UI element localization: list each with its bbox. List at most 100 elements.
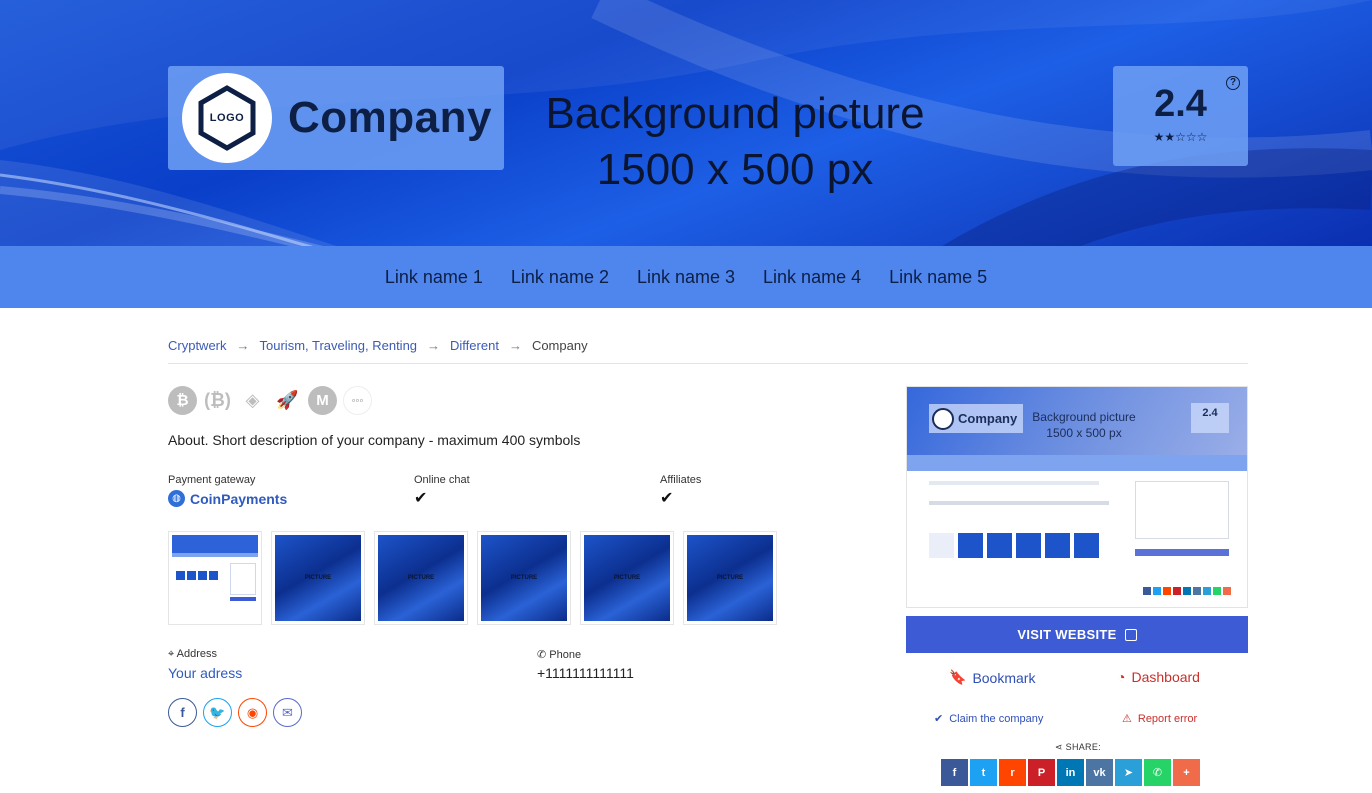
- picture-placeholder: PICTURE: [275, 535, 361, 621]
- share-reddit-icon[interactable]: r: [999, 759, 1026, 786]
- company-nav: Link name 1 Link name 2 Link name 3 Link…: [0, 246, 1372, 308]
- preview-share-square: [1183, 587, 1191, 595]
- nav-link-4[interactable]: Link name 4: [749, 267, 875, 288]
- preview-visit-button: [1135, 549, 1229, 556]
- gallery-thumb[interactable]: PICTURE: [374, 531, 468, 625]
- facebook-icon[interactable]: f: [168, 698, 197, 727]
- bookmark-button[interactable]: 🔖 Bookmark: [949, 669, 1035, 686]
- breadcrumb: Cryptwerk → Tourism, Traveling, Renting …: [168, 338, 1248, 364]
- phone-value[interactable]: +1111111111111: [537, 665, 634, 681]
- binance-icon[interactable]: ◈: [238, 386, 267, 415]
- nav-link-5[interactable]: Link name 5: [875, 267, 1001, 288]
- preview-company-name: Company: [958, 411, 1018, 426]
- bookmark-label: Bookmark: [972, 669, 1036, 686]
- arrow-right-icon: →: [236, 338, 250, 353]
- claim-label: Claim the company: [949, 712, 1044, 725]
- phone-icon: ✆: [537, 649, 547, 661]
- share-linkedin-icon[interactable]: in: [1057, 759, 1084, 786]
- dashboard-icon: ◔: [1117, 669, 1126, 685]
- picture-label: PICTURE: [510, 575, 538, 581]
- picture-label: PICTURE: [716, 575, 744, 581]
- double-check-icon: ✔: [934, 713, 944, 725]
- reddit-icon[interactable]: ◉: [238, 698, 267, 727]
- address-value[interactable]: Your adress: [168, 665, 242, 681]
- thumb-mini-button: [230, 597, 256, 601]
- bitcoin-icon[interactable]: ₿: [168, 386, 197, 415]
- affiliates-feature: Affiliates ✔: [660, 474, 701, 508]
- logo-text: LOGO: [209, 112, 245, 124]
- claim-company-link[interactable]: ✔ Claim the company: [934, 712, 1044, 726]
- preview-share-square: [1223, 587, 1231, 595]
- preview-rating: 2.4: [1191, 403, 1229, 433]
- preview-line: [929, 501, 1109, 505]
- bitcoin-cash-icon[interactable]: (₿): [203, 386, 232, 415]
- background-text-line2: 1500 x 500 px: [596, 145, 874, 194]
- check-icon: ✔: [414, 490, 428, 507]
- breadcrumb-item-cryptwerk[interactable]: Cryptwerk: [168, 338, 227, 353]
- monero-icon[interactable]: M: [308, 386, 337, 415]
- preview-tile: [1074, 533, 1099, 558]
- background-placeholder-text: Background picture 1500 x 500 px: [500, 86, 970, 198]
- share-twitter-icon[interactable]: t: [970, 759, 997, 786]
- preview-hero: Company Background picture 1500 x 500 px…: [907, 387, 1247, 455]
- picture-placeholder: PICTURE: [584, 535, 670, 621]
- preview-bg-line2: 1500 x 500 px: [1046, 426, 1122, 440]
- breadcrumb-item-subcategory[interactable]: Different: [450, 338, 499, 353]
- twitter-icon[interactable]: 🐦: [203, 698, 232, 727]
- payment-gateway-link[interactable]: ◍ CoinPayments: [168, 490, 287, 507]
- dashboard-label: Dashboard: [1131, 669, 1200, 685]
- thumb-mini-tile: [176, 571, 185, 580]
- hero-banner: LOGO Company Background picture 1500 x 5…: [0, 0, 1372, 246]
- preview-bg-line1: Background picture: [1032, 410, 1136, 424]
- help-icon[interactable]: ?: [1226, 76, 1240, 90]
- site-screenshot-thumbnail: [172, 535, 258, 621]
- nav-link-3[interactable]: Link name 3: [623, 267, 749, 288]
- share-vk-icon[interactable]: vk: [1086, 759, 1113, 786]
- website-preview[interactable]: Company Background picture 1500 x 500 px…: [906, 386, 1248, 608]
- preview-tile: [929, 533, 954, 558]
- thumb-mini-hero: [172, 535, 258, 553]
- gallery-thumb-site[interactable]: [168, 531, 262, 625]
- phone-label: Phone: [549, 649, 582, 661]
- thumb-mini-tile: [187, 571, 196, 580]
- gallery-thumb[interactable]: PICTURE: [580, 531, 674, 625]
- company-logo: LOGO: [182, 73, 272, 163]
- external-link-icon: [1124, 628, 1137, 641]
- gallery-thumb[interactable]: PICTURE: [271, 531, 365, 625]
- breadcrumb-item-category[interactable]: Tourism, Traveling, Renting: [260, 338, 418, 353]
- address-label: Address: [176, 648, 218, 660]
- accepted-coins: ₿ (₿) ◈ 🚀 M ◦◦◦: [168, 386, 372, 415]
- share-pinterest-icon[interactable]: P: [1028, 759, 1055, 786]
- nav-link-1[interactable]: Link name 1: [371, 267, 497, 288]
- rating-stars: ★★☆☆☆: [1153, 130, 1208, 144]
- preview-tile: [987, 533, 1012, 558]
- share-facebook-icon[interactable]: f: [941, 759, 968, 786]
- picture-placeholder: PICTURE: [378, 535, 464, 621]
- company-brand-box: LOGO Company: [168, 66, 504, 170]
- share-more-icon[interactable]: +: [1173, 759, 1200, 786]
- preview-line: [929, 481, 1099, 485]
- check-icon: ✔: [660, 490, 674, 507]
- payment-gateway-value: CoinPayments: [190, 490, 288, 507]
- visit-website-button[interactable]: VISIT WEBSITE: [906, 616, 1248, 653]
- dashboard-button[interactable]: ◔ Dashboard: [1117, 669, 1200, 685]
- thumb-mini-tile: [209, 571, 218, 580]
- warning-icon: ⚠: [1122, 713, 1132, 725]
- preview-logo: [932, 407, 954, 430]
- more-icon[interactable]: ◦◦◦: [343, 386, 372, 415]
- email-icon[interactable]: ✉: [273, 698, 302, 727]
- report-error-link[interactable]: ⚠ Report error: [1122, 712, 1197, 726]
- share-whatsapp-icon[interactable]: ✆: [1144, 759, 1171, 786]
- share-telegram-icon[interactable]: ➤: [1115, 759, 1142, 786]
- gallery-thumb[interactable]: PICTURE: [477, 531, 571, 625]
- picture-label: PICTURE: [613, 575, 641, 581]
- preview-nav: [907, 455, 1247, 471]
- location-pin-icon: ⌖: [168, 648, 175, 660]
- rocket-icon[interactable]: 🚀: [273, 386, 302, 415]
- thumb-mini-tile: [198, 571, 207, 580]
- online-chat-feature: Online chat ✔: [414, 474, 470, 508]
- share-label-text: SHARE:: [1065, 742, 1101, 752]
- preview-body: [907, 471, 1247, 607]
- gallery-thumb[interactable]: PICTURE: [683, 531, 777, 625]
- nav-link-2[interactable]: Link name 2: [497, 267, 623, 288]
